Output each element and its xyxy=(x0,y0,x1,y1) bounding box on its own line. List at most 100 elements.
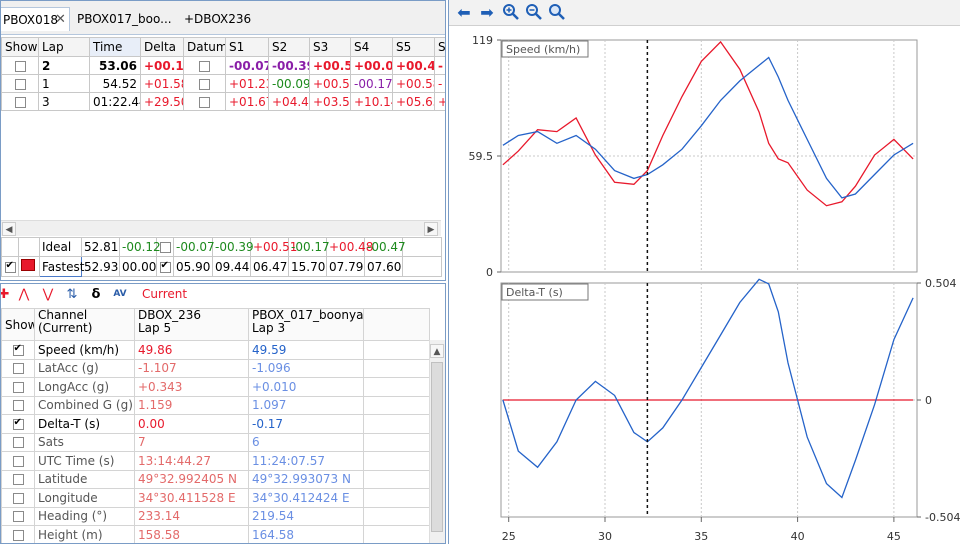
channel-show-checkbox[interactable] xyxy=(12,363,24,375)
channel-value-dbox: 1.159 xyxy=(134,395,249,415)
scroll-right-icon[interactable]: ▶ xyxy=(424,222,438,236)
arrow-left-icon[interactable]: ⬅ xyxy=(454,3,474,23)
datum-checkbox[interactable] xyxy=(199,60,210,72)
channel-show-checkbox[interactable] xyxy=(12,343,24,356)
channel-row[interactable]: Height (m) 158.58 164.58 xyxy=(1,525,430,543)
graph-toolbar: ⬅ ➡ xyxy=(449,0,960,26)
channel-row[interactable]: Latitude 49°32.992405 N 49°32.993073 N xyxy=(1,469,430,489)
fastest-show-checkbox[interactable] xyxy=(4,260,16,273)
peak-icon[interactable]: ⋀ xyxy=(15,286,33,303)
show-checkbox[interactable] xyxy=(14,78,26,90)
channel-value-dbox: 13:14:44.27 xyxy=(134,451,249,471)
channel-value-pbox: +0.010 xyxy=(248,377,364,397)
channel-show-checkbox[interactable] xyxy=(12,529,24,541)
channel-show-checkbox[interactable] xyxy=(12,381,24,393)
channel-show-checkbox[interactable] xyxy=(12,437,24,449)
channel-show-checkbox[interactable] xyxy=(12,417,24,430)
channel-row[interactable]: UTC Time (s) 13:14:44.27 11:24:07.57 xyxy=(1,451,430,471)
lap-delta: +01.58 xyxy=(140,74,184,93)
channel-show-checkbox[interactable] xyxy=(12,400,24,412)
fastest-color-swatch[interactable] xyxy=(21,259,35,271)
x-tick-label: 25 xyxy=(502,530,516,543)
col-header-delta[interactable]: Delta xyxy=(140,37,184,57)
datum-checkbox[interactable] xyxy=(199,78,210,90)
zoom-fit-icon[interactable] xyxy=(547,3,567,23)
zoom-in-icon[interactable] xyxy=(501,3,521,23)
current-mode-label[interactable]: Current xyxy=(142,287,187,301)
col-header-s3[interactable]: S3 xyxy=(309,37,351,57)
graphs-area[interactable]: 119 59.5 0 Speed (km/h) 0.504 0 -0.504 Delta-T … xyxy=(449,26,960,544)
ideal-checkbox[interactable] xyxy=(159,242,171,253)
col-header-s4[interactable]: S4 xyxy=(350,37,393,57)
channel-row[interactable]: Heading (°) 233.14 219.54 xyxy=(1,506,430,526)
channel-empty-cell xyxy=(363,395,430,415)
channel-row[interactable]: LongAcc (g) +0.343 +0.010 xyxy=(1,377,430,397)
col-header-show[interactable]: Show xyxy=(1,37,39,57)
show-checkbox[interactable] xyxy=(14,60,26,72)
close-icon[interactable]: ✕ xyxy=(55,8,66,32)
channel-row[interactable]: Longitude 34°30.411528 E 34°30.412424 E xyxy=(1,488,430,508)
fastest-datum-checkbox[interactable] xyxy=(159,260,171,273)
channel-show-checkbox[interactable] xyxy=(12,455,24,467)
laps-table: Show Lap Time Delta Datum S1 S2 S3 S4 S5… xyxy=(1,37,445,111)
chart-title: Speed (km/h) xyxy=(506,43,580,56)
horizontal-scrollbar[interactable]: ◀ ▶ xyxy=(1,220,441,236)
col-header-show[interactable]: Show xyxy=(1,308,35,341)
channel-show-checkbox[interactable] xyxy=(12,511,24,523)
pbox-header-lap: Lap 3 xyxy=(252,321,286,335)
sort-icon[interactable]: ⇅ xyxy=(63,286,81,303)
col-header-s1[interactable]: S1 xyxy=(225,37,269,57)
arrow-right-icon[interactable]: ➡ xyxy=(477,3,497,23)
zoom-out-icon[interactable] xyxy=(524,3,544,23)
channel-name: Sats xyxy=(34,432,135,452)
col-header-lap[interactable]: Lap xyxy=(38,37,90,57)
scroll-thumb[interactable] xyxy=(431,362,443,532)
tab-pbox018[interactable]: PBOX018 ✕ xyxy=(1,7,70,32)
dbox-header-lap: Lap 5 xyxy=(138,321,172,335)
channel-empty-cell xyxy=(363,506,430,526)
col-header-time[interactable]: Time xyxy=(89,37,141,57)
average-icon[interactable]: AV xyxy=(111,286,129,303)
fastest-time: 52.93 xyxy=(81,256,120,277)
ideal-s4: -00.17 xyxy=(288,237,330,257)
channel-row[interactable]: Speed (km/h)49.8649.59 xyxy=(1,340,430,360)
channel-show-checkbox[interactable] xyxy=(12,474,24,486)
col-header-dbox[interactable]: DBOX_236 Lap 5 xyxy=(134,308,249,341)
channel-show-checkbox[interactable] xyxy=(12,492,24,504)
channel-row[interactable]: Sats 7 6 xyxy=(1,432,430,452)
col-header-s6[interactable]: S xyxy=(434,37,445,57)
lap-delta: +00.12 xyxy=(140,56,184,75)
table-row[interactable]: 2 53.06 +00.12 -00.07 -00.39 +00.52 +00.… xyxy=(1,56,445,75)
vertical-scrollbar[interactable]: ▲ xyxy=(429,340,445,543)
sector-3: +00.51 xyxy=(309,74,351,93)
col-header-datum[interactable]: Datum xyxy=(183,37,226,57)
channel-value-pbox: -1.096 xyxy=(248,358,364,378)
marker-add-icon[interactable]: ✚ xyxy=(1,286,13,303)
table-row[interactable]: 1 54.52 +01.58 +01.23 -00.09 +00.51 -00.… xyxy=(1,74,445,93)
channel-row[interactable]: Delta-T (s)0.00-0.17 xyxy=(1,414,430,434)
datum-checkbox[interactable] xyxy=(199,96,210,108)
tab-pbox017[interactable]: PBOX017_boo... xyxy=(75,7,175,31)
col-header-s2[interactable]: S2 xyxy=(268,37,310,57)
channels-header-row: Show Channel (Current) DBOX_236 Lap 5 PBO… xyxy=(1,308,430,341)
show-checkbox[interactable] xyxy=(14,96,26,108)
ideal-s3: +00.51 xyxy=(250,237,297,257)
channel-empty-cell xyxy=(363,358,430,378)
col-header-channel[interactable]: Channel (Current) xyxy=(34,308,135,341)
channel-row[interactable]: Combined G (g) 1.159 1.097 xyxy=(1,395,430,415)
x-tick-label: 30 xyxy=(598,530,612,543)
scroll-up-icon[interactable]: ▲ xyxy=(430,344,444,358)
channel-name: Combined G (g) xyxy=(34,395,135,415)
tab-dbox236[interactable]: +DBOX236 xyxy=(184,7,254,31)
col-header-pbox[interactable]: PBOX_017_boonya Lap 3 xyxy=(248,308,364,341)
scroll-left-icon[interactable]: ◀ xyxy=(2,222,16,236)
channel-row[interactable]: LatAcc (g) -1.107 -1.096 xyxy=(1,358,430,378)
delta-icon[interactable]: δ xyxy=(87,286,105,303)
col-header-s5[interactable]: S5 xyxy=(392,37,435,57)
y-tick-label: 0 xyxy=(486,266,493,279)
channel-empty-cell xyxy=(363,488,430,508)
table-row[interactable]: 3 01:22.44 +29.50 +01.67 +04.43 +03.59 +… xyxy=(1,92,445,111)
ideal-s6: -00.47 xyxy=(364,237,406,257)
channel-value-dbox: 7 xyxy=(134,432,249,452)
valley-icon[interactable]: ⋁ xyxy=(39,286,57,303)
